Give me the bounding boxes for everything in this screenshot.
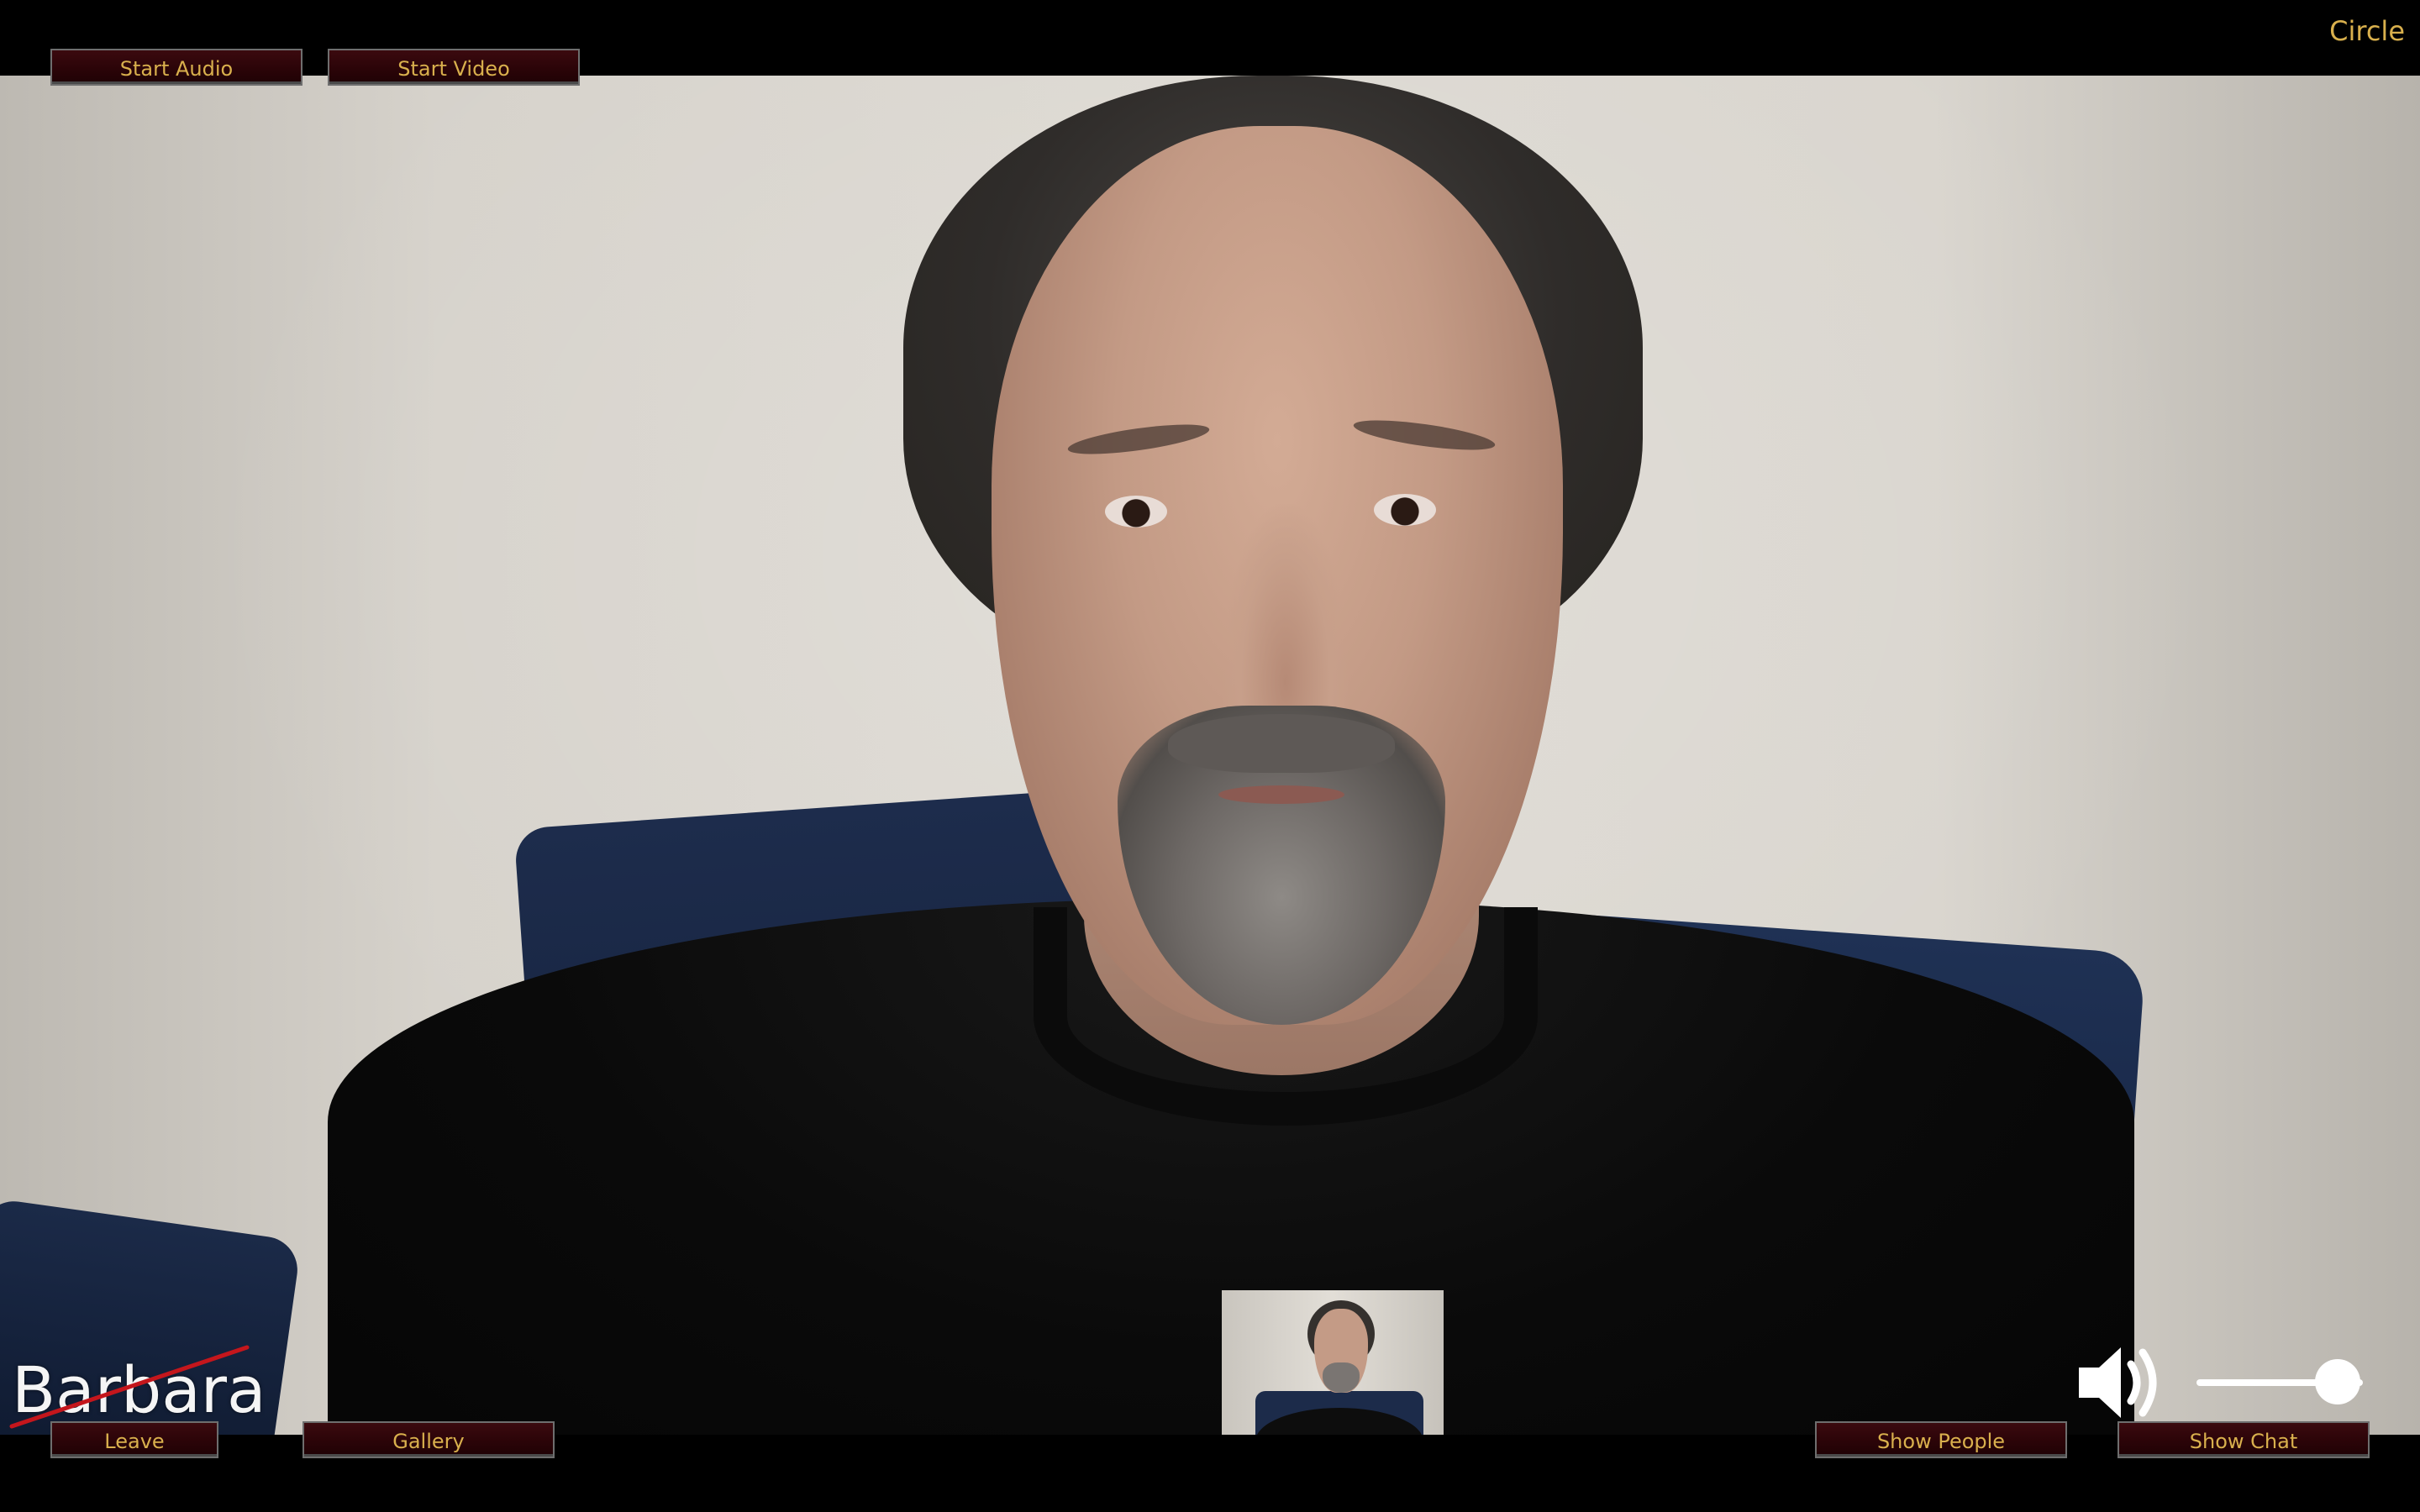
participant-name: Barbara — [12, 1352, 266, 1427]
gallery-button[interactable]: Gallery — [302, 1421, 555, 1458]
speaker-icon[interactable] — [2075, 1342, 2176, 1423]
start-audio-button[interactable]: Start Audio — [50, 49, 302, 86]
volume-slider-thumb[interactable] — [2315, 1359, 2361, 1404]
leave-button[interactable]: Leave — [50, 1421, 218, 1458]
app-title: Circle — [2329, 15, 2405, 47]
video-call-app: Start Audio Start Video Circle Barbara L… — [0, 0, 2420, 1512]
show-people-button[interactable]: Show People — [1815, 1421, 2067, 1458]
start-video-button[interactable]: Start Video — [328, 49, 580, 86]
show-chat-button[interactable]: Show Chat — [2118, 1421, 2370, 1458]
self-view-video[interactable] — [1222, 1290, 1444, 1455]
